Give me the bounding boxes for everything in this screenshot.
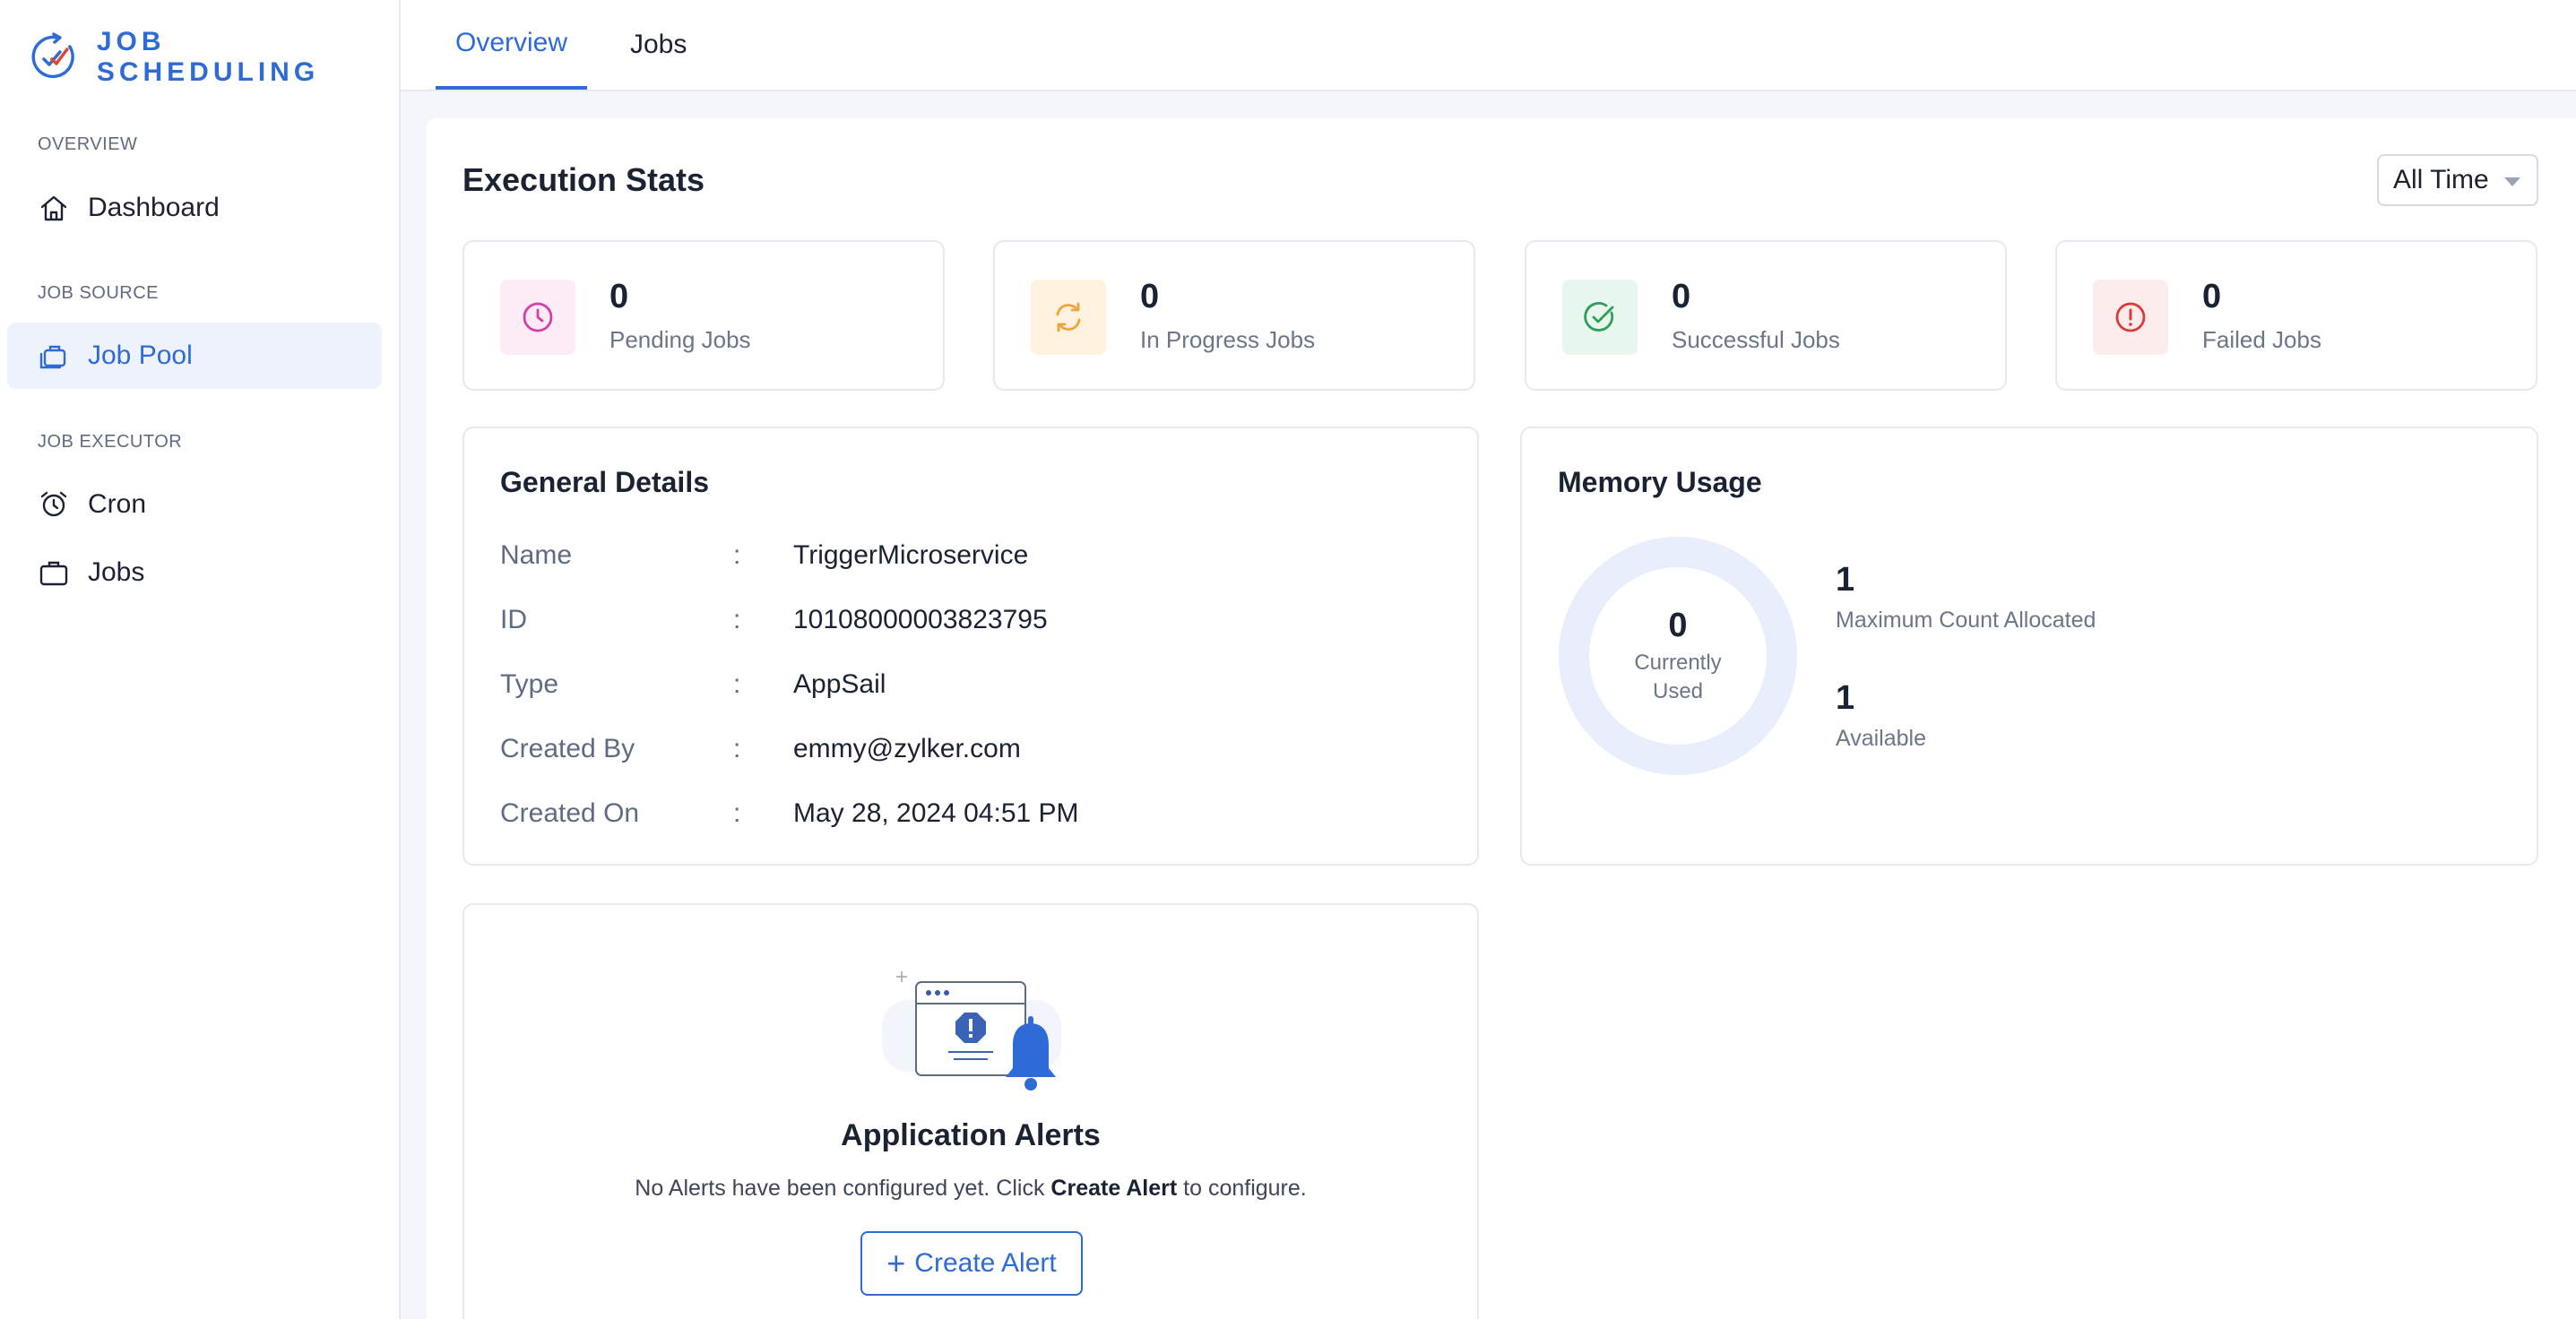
alerts-text-after: to configure. <box>1177 1176 1307 1201</box>
stat-label: Pending Jobs <box>609 326 751 353</box>
sidebar-item-job-pool[interactable]: Job Pool <box>7 323 382 389</box>
alerts-text-bold: Create Alert <box>1050 1176 1178 1201</box>
sidebar-item-jobs[interactable]: Jobs <box>7 539 382 606</box>
stat-value: 0 <box>609 278 629 315</box>
time-range-value: All Time <box>2393 165 2489 194</box>
briefcase-stack-icon <box>39 345 66 369</box>
sidebar-item-cron[interactable]: Cron <box>7 471 382 538</box>
create-alert-label: Create Alert <box>914 1248 1057 1278</box>
detail-value: May 28, 2024 04:51 PM <box>793 798 1079 828</box>
application-alerts-card: Application Alerts No Alerts have been c… <box>462 903 1479 1319</box>
detail-row-created-on: Created On : May 28, 2024 04:51 PM <box>500 796 1079 832</box>
max-count-value: 1 <box>1836 561 1855 599</box>
stat-label: Failed Jobs <box>2202 326 2321 353</box>
create-alert-button[interactable]: + Create Alert <box>860 1231 1083 1296</box>
memory-usage-card: Memory Usage 0 Currently Used 1 Maximum … <box>1520 427 2538 866</box>
brand[interactable]: JOB SCHEDULING <box>30 27 399 87</box>
available-label: Available <box>1836 726 1927 751</box>
detail-key: Created By <box>500 734 635 763</box>
sidebar-section-overview: OVERVIEW <box>38 134 138 154</box>
current-used-value: 0 <box>1668 606 1688 644</box>
current-used-label: Currently Used <box>1634 650 1722 703</box>
memory-usage-title: Memory Usage <box>1558 466 1762 498</box>
alert-circle-icon <box>2093 280 2168 355</box>
stat-label: Successful Jobs <box>1672 326 1840 353</box>
clock-icon <box>500 280 575 355</box>
app-title: JOB SCHEDULING <box>96 27 320 87</box>
detail-key: Name <box>500 540 573 570</box>
detail-key: Type <box>500 669 559 699</box>
tab-jobs[interactable]: Jobs <box>610 0 706 90</box>
alarm-clock-icon <box>40 491 67 517</box>
detail-value: TriggerMicroservice <box>793 540 1029 570</box>
stat-card-failed: 0 Failed Jobs <box>2055 240 2537 391</box>
detail-value: 10108000003823795 <box>793 605 1048 634</box>
detail-separator: : <box>733 734 741 763</box>
sidebar-section-job-source: JOB SOURCE <box>38 283 160 303</box>
detail-separator: : <box>733 540 741 570</box>
top-tab-bar: Overview Jobs <box>401 0 2576 91</box>
detail-separator: : <box>733 605 741 634</box>
stat-card-pending: 0 Pending Jobs <box>462 240 945 391</box>
app-logo-icon <box>31 32 74 79</box>
sidebar-item-label: Cron <box>88 489 147 519</box>
time-range-select[interactable]: All Time <box>2377 154 2538 206</box>
detail-key: ID <box>500 605 527 634</box>
detail-row-created-by: Created By : emmy@zylker.com <box>500 731 1021 767</box>
detail-row-type: Type : AppSail <box>500 667 886 703</box>
sidebar: JOB SCHEDULING OVERVIEW Dashboard JOB SO… <box>0 0 401 1319</box>
detail-row-name: Name : TriggerMicroservice <box>500 538 1028 573</box>
general-details-title: General Details <box>500 466 709 498</box>
stat-card-in-progress: 0 In Progress Jobs <box>993 240 1475 391</box>
stat-value: 0 <box>1140 278 1160 315</box>
chevron-down-icon <box>2504 177 2520 186</box>
donut-center: 0 Currently Used <box>1558 536 1798 776</box>
check-circle-icon <box>1562 280 1638 355</box>
refresh-icon <box>1031 280 1106 355</box>
alerts-title: Application Alerts <box>841 1118 1101 1152</box>
stat-value: 0 <box>1672 278 1691 315</box>
available-value: 1 <box>1836 679 1855 717</box>
detail-key: Created On <box>500 798 640 828</box>
alert-bell-illustration-icon <box>882 971 1061 1091</box>
alerts-empty-text: No Alerts have been configured yet. Clic… <box>464 1176 1477 1202</box>
briefcase-icon <box>39 561 68 586</box>
sidebar-item-label: Job Pool <box>88 341 193 370</box>
stat-card-successful: 0 Successful Jobs <box>1525 240 2007 391</box>
detail-separator: : <box>733 669 741 699</box>
sidebar-item-label: Jobs <box>88 557 145 587</box>
tab-overview[interactable]: Overview <box>436 0 588 90</box>
home-icon <box>40 195 67 221</box>
detail-row-id: ID : 10108000003823795 <box>500 602 1048 638</box>
main-panel: Execution Stats All Time 0 Pending Jobs … <box>427 118 2576 1319</box>
detail-value: AppSail <box>793 669 886 699</box>
detail-separator: : <box>733 798 741 828</box>
max-count-label: Maximum Count Allocated <box>1836 608 2096 633</box>
stat-value: 0 <box>2202 278 2222 315</box>
sidebar-item-label: Dashboard <box>88 193 220 222</box>
plus-icon: + <box>886 1245 906 1281</box>
sidebar-section-job-executor: JOB EXECUTOR <box>38 432 183 452</box>
alerts-text-before: No Alerts have been configured yet. Clic… <box>635 1176 1051 1201</box>
general-details-card: General Details Name : TriggerMicroservi… <box>462 427 1479 866</box>
execution-stats-title: Execution Stats <box>462 161 705 198</box>
sidebar-item-dashboard[interactable]: Dashboard <box>7 175 382 241</box>
stat-label: In Progress Jobs <box>1140 326 1316 353</box>
detail-value: emmy@zylker.com <box>793 734 1021 763</box>
